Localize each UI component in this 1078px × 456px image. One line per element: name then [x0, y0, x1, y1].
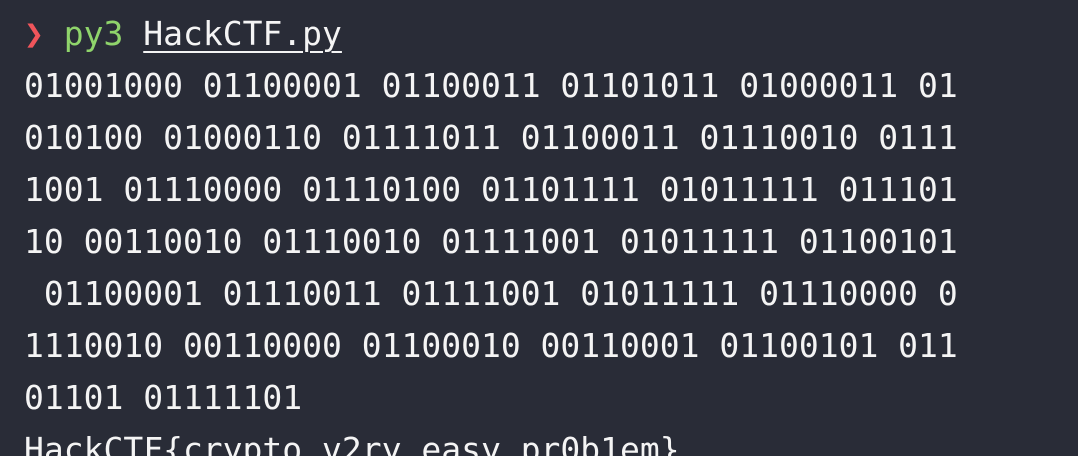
terminal-window[interactable]: ❯ py3 HackCTF.py 01001000 01100001 01100…	[0, 0, 1078, 456]
output-line-2: 010100 01000110 01111011 01100011 011100…	[24, 118, 958, 157]
command-argument: HackCTF.py	[143, 14, 342, 53]
output-line-6: 1110010 00110000 01100010 00110001 01100…	[24, 326, 958, 365]
command-name: py3	[63, 14, 124, 53]
output-line-1: 01001000 01100001 01100011 01101011 0100…	[24, 66, 958, 105]
output-line-4: 10 00110010 01110010 01111001 01011111 0…	[24, 222, 958, 261]
flag-output-line: HackCTF{crypto_v2ry_easy_pr0b1em}	[24, 430, 680, 456]
prompt-arrow-icon: ❯	[24, 14, 44, 53]
output-line-7: 01101 01111101	[24, 378, 303, 417]
output-line-3: 1001 01110000 01110100 01101111 01011111…	[24, 170, 958, 209]
output-line-5: 01100001 01110011 01111001 01011111 0111…	[24, 274, 958, 313]
prompt-line: ❯ py3 HackCTF.py	[24, 8, 1078, 60]
